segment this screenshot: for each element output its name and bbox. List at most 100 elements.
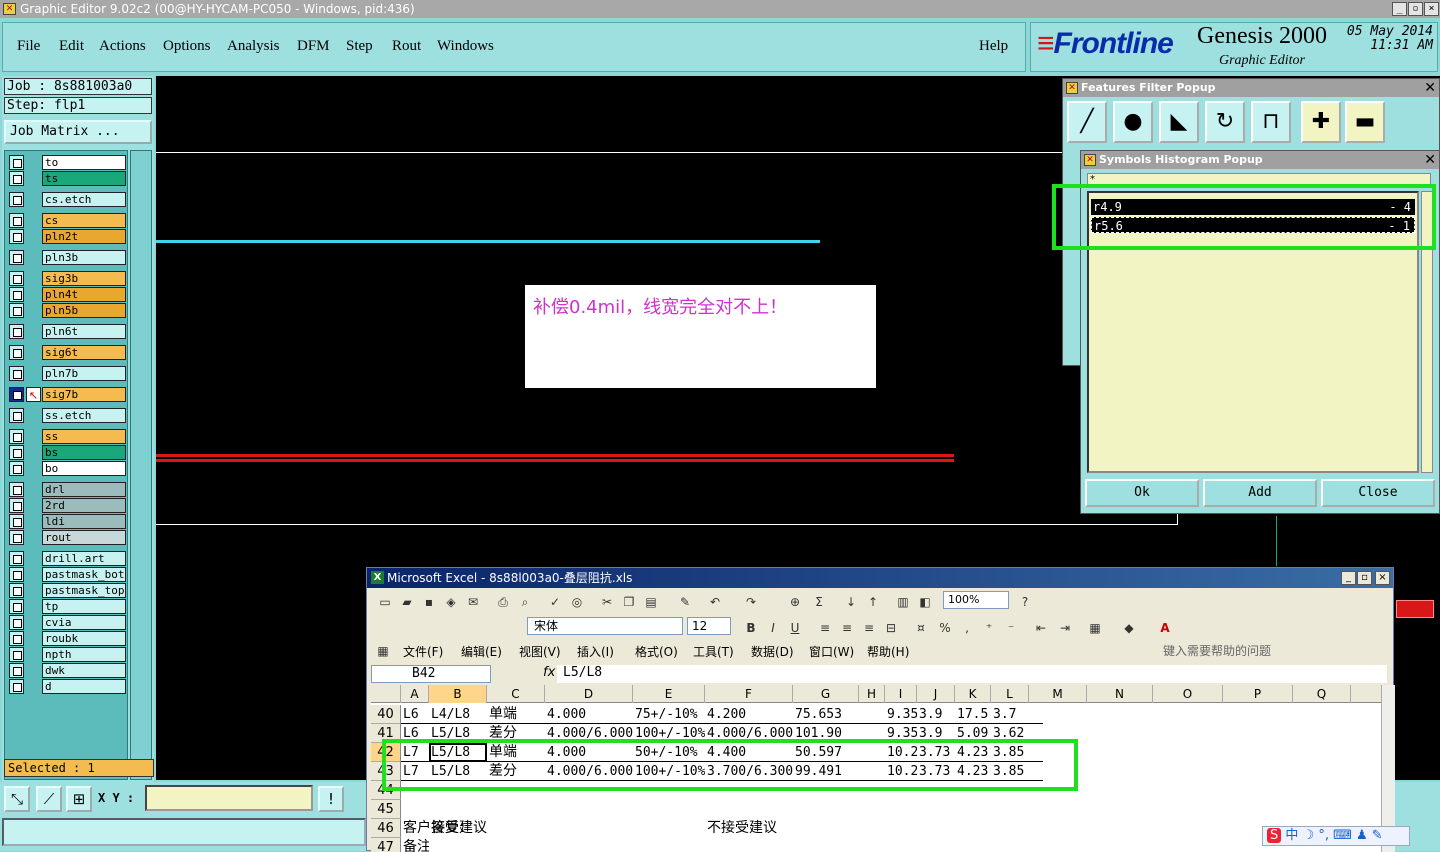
line-feature-icon[interactable]: ╱	[1067, 101, 1107, 143]
new-icon[interactable]: ▭	[377, 594, 393, 610]
zoom-select[interactable]: 100%	[943, 591, 1009, 609]
font-color-icon[interactable]: A	[1157, 620, 1173, 636]
table-cell[interactable]: 75.653	[795, 705, 859, 724]
layer-checkbox[interactable]	[9, 567, 24, 582]
table-cell[interactable]: 单端	[489, 705, 545, 724]
column-header-n[interactable]: N	[1087, 685, 1153, 703]
table-cell[interactable]: 接受建议	[431, 819, 487, 838]
layer-name[interactable]: d	[42, 679, 126, 694]
layer-name[interactable]: pln3b	[42, 250, 126, 265]
layer-row-sig6t[interactable]: sig6t	[9, 345, 127, 360]
grid-icon[interactable]: ⊞	[66, 786, 92, 812]
layer-row-pln3b[interactable]: pln3b	[9, 250, 127, 265]
menu-windows[interactable]: Windows	[437, 38, 494, 55]
row-header[interactable]: 47	[371, 838, 401, 852]
layer-checkbox[interactable]	[9, 271, 24, 286]
layer-row-cs-etch[interactable]: cs.etch	[9, 192, 127, 207]
menu-analysis[interactable]: Analysis	[227, 38, 280, 55]
column-header-o[interactable]: O	[1153, 685, 1223, 703]
layer-checkbox[interactable]	[9, 229, 24, 244]
name-box[interactable]: B42	[371, 665, 491, 683]
undo-icon[interactable]: ↶	[707, 594, 723, 610]
autosum-icon[interactable]: Σ	[811, 594, 827, 610]
layer-name[interactable]: bo	[42, 461, 126, 476]
layer-checkbox[interactable]	[9, 482, 24, 497]
layer-row-rout[interactable]: rout	[9, 530, 127, 545]
menu-step[interactable]: Step	[346, 38, 373, 55]
layer-checkbox[interactable]	[9, 615, 24, 630]
layer-checkbox[interactable]	[9, 583, 24, 598]
column-header-a[interactable]: A	[401, 685, 429, 703]
layer-name[interactable]: drl	[42, 482, 126, 497]
layer-name[interactable]: ts	[42, 171, 126, 186]
layer-row-2rd[interactable]: 2rd	[9, 498, 127, 513]
layer-name[interactable]: sig7b	[42, 387, 126, 402]
symbols-popup-close[interactable]: ✕	[1424, 153, 1436, 167]
underline-icon[interactable]: U	[787, 620, 803, 636]
layer-name[interactable]: bs	[42, 445, 126, 460]
chart-wizard-icon[interactable]: ▥	[895, 594, 911, 610]
help-icon[interactable]: ?	[1017, 594, 1033, 610]
layer-name[interactable]: sig3b	[42, 271, 126, 286]
layer-row-cvia[interactable]: cvia	[9, 615, 127, 630]
layer-name[interactable]: cs	[42, 213, 126, 228]
excel-menu-data[interactable]: 数据(D)	[751, 643, 794, 660]
layer-row-pastmask-top[interactable]: pastmask_top	[9, 583, 127, 598]
text-feature-icon[interactable]: ⊓	[1251, 101, 1291, 143]
column-header-i[interactable]: I	[885, 685, 917, 703]
maximize-button[interactable]: ▫	[1408, 2, 1423, 16]
align-right-icon[interactable]: ≡	[861, 620, 877, 636]
layer-name[interactable]: to	[42, 155, 126, 170]
redo-icon[interactable]: ↷	[743, 594, 759, 610]
layer-checkbox[interactable]	[9, 155, 24, 170]
column-header-j[interactable]: J	[917, 685, 955, 703]
save-icon[interactable]: ▪	[421, 594, 437, 610]
table-cell[interactable]: L6	[403, 705, 429, 724]
spelling-icon[interactable]: ✓	[547, 594, 563, 610]
borders-icon[interactable]: ▦	[1087, 620, 1103, 636]
layer-name[interactable]: pln4t	[42, 287, 126, 302]
zoom-fit-icon[interactable]: ⤡	[4, 786, 30, 812]
excel-menu-view[interactable]: 视图(V)	[519, 643, 561, 660]
menu-options[interactable]: Options	[163, 38, 211, 55]
table-cell[interactable]: 75+/-10%	[635, 705, 705, 724]
print-preview-icon[interactable]: ⌕	[517, 594, 533, 610]
layer-name[interactable]: pln6t	[42, 324, 126, 339]
layer-name[interactable]: pastmask_top	[42, 583, 126, 598]
align-center-icon[interactable]: ≡	[839, 620, 855, 636]
column-header-d[interactable]: D	[545, 685, 633, 703]
layer-row-d[interactable]: d	[9, 679, 127, 694]
sort-desc-icon[interactable]: ↑	[865, 594, 881, 610]
layer-name[interactable]: pln2t	[42, 229, 126, 244]
column-header-f[interactable]: F	[705, 685, 793, 703]
print-icon[interactable]: ⎙	[495, 594, 511, 610]
fill-color-icon[interactable]: ◆	[1121, 620, 1137, 636]
layer-name[interactable]: cs.etch	[42, 192, 126, 207]
minimize-button[interactable]: _	[1392, 2, 1407, 16]
excel-close-button[interactable]: ×	[1375, 571, 1390, 585]
excel-menu-help[interactable]: 帮助(H)	[867, 643, 909, 660]
close-button[interactable]: ×	[1424, 2, 1439, 16]
column-header-p[interactable]: P	[1223, 685, 1293, 703]
table-cell[interactable]: L4/L8	[431, 705, 487, 724]
layer-name[interactable]: ss	[42, 429, 126, 444]
layer-name[interactable]: drill.art	[42, 551, 126, 566]
layer-row-pln7b[interactable]: pln7b	[9, 366, 127, 381]
excel-menu-window[interactable]: 窗口(W)	[809, 643, 854, 660]
layer-row-bs[interactable]: bs	[9, 445, 127, 460]
layer-checkbox[interactable]	[9, 631, 24, 646]
layer-checkbox[interactable]	[9, 387, 24, 402]
align-left-icon[interactable]: ≡	[817, 620, 833, 636]
italic-icon[interactable]: I	[765, 620, 781, 636]
format-painter-icon[interactable]: ✎	[677, 594, 693, 610]
layer-row-sig3b[interactable]: sig3b	[9, 271, 127, 286]
column-header-g[interactable]: G	[793, 685, 859, 703]
help-question-input[interactable]: 键入需要帮助的问题	[1163, 642, 1271, 659]
layer-row-pln5b[interactable]: pln5b	[9, 303, 127, 318]
layer-row-pln6t[interactable]: pln6t	[9, 324, 127, 339]
layer-row-ss-etch[interactable]: ss.etch	[9, 408, 127, 423]
menu-rout[interactable]: Rout	[392, 38, 421, 55]
fx-icon[interactable]: fx	[543, 665, 555, 680]
layer-row-drill-art[interactable]: drill.art	[9, 551, 127, 566]
layer-name[interactable]: pastmask_bot	[42, 567, 126, 582]
